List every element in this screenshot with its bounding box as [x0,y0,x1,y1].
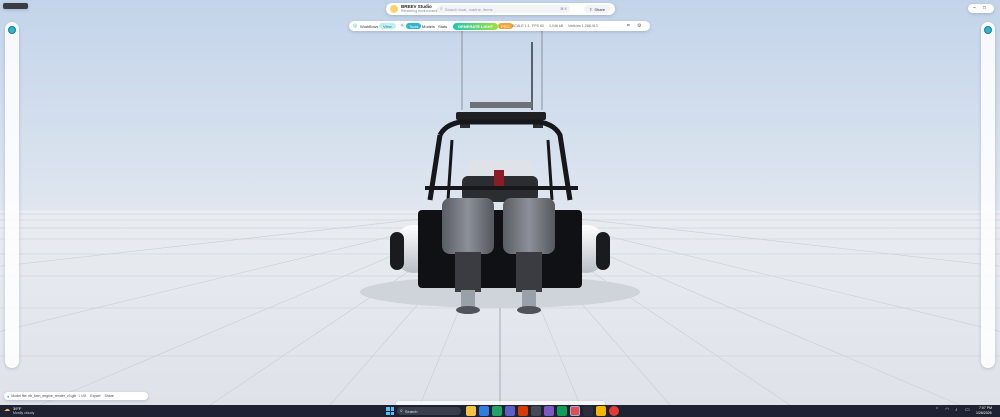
window-controls: – □ [968,4,994,13]
toolbar-item-workflows[interactable]: Workflows [360,24,378,29]
share-button[interactable]: ⇪ Share [584,5,610,13]
browser-icon[interactable] [479,406,489,416]
top-search-bar: BREEV Studio Rendering environment ⌕ Sea… [386,3,615,15]
clock-date[interactable]: 1/26/2026 [976,411,992,415]
readout-vertices: Vertices 1,268,413 [568,24,598,28]
file-size: 1 MB [78,394,87,398]
taskbar-search-icon: ⌕ [400,408,403,414]
terminal-icon[interactable] [531,406,541,416]
readout-scale: SCALE 1:1 [512,24,530,28]
file-label: Model file: rib_twin_engine_render_v3.gl… [11,394,77,398]
weather-text: Mostly cloudy [13,411,35,415]
teams-icon[interactable] [505,406,515,416]
chevron-up-icon[interactable]: ⌃ [935,407,939,413]
3d-viewport[interactable] [0,0,1000,417]
search-icon: ⌕ [440,6,443,12]
app-red-icon[interactable] [609,406,619,416]
toolbar-item-view[interactable]: View [379,23,396,29]
toolbar-item-tools[interactable]: Tools [406,23,422,29]
start-button[interactable] [386,407,394,415]
readout-fps: FPS 60 [532,24,544,28]
pro-badge[interactable]: PRO [498,23,513,29]
settings-icon[interactable]: ⚙ [637,23,641,29]
weather-icon: ☁ [4,407,10,413]
main-toolbar: ◎ Workflows View ☀ Tools Models Stats GE… [349,21,650,31]
volume-icon[interactable]: ♪ [955,407,958,413]
office-icon[interactable] [518,406,528,416]
left-panel-icon[interactable] [8,26,16,34]
toolbar-item-models[interactable]: Models [422,24,435,29]
app-green-icon[interactable] [492,406,502,416]
toolbar-item-stats[interactable]: Stats [438,24,447,29]
minimize-icon[interactable]: – [973,5,976,11]
search-placeholder: Search boat, marine, items [444,6,493,12]
window-tab[interactable] [3,3,28,9]
app-yellow-icon[interactable] [596,406,606,416]
sun-icon[interactable]: ☀ [400,23,404,29]
app-chart-icon[interactable] [557,406,567,416]
app-logo-icon [390,5,398,13]
app-dark-icon[interactable] [583,406,593,416]
status-share-button[interactable]: Share [105,394,114,398]
active-app-icon[interactable] [570,406,580,416]
readout-size: 1,046 kB [549,24,564,28]
clock-time[interactable]: 7:07 PM [979,406,992,410]
taskbar: ☁ 39°F Mostly cloudy ⌕ Search ⌃ ◠ ♪ ▭ 7:… [0,405,1000,417]
search-input[interactable]: ⌕ Search boat, marine, items ⌘ K [437,5,570,13]
search-shortcut: ⌘ K [560,7,567,11]
export-button[interactable]: Export [90,394,100,398]
maximize-icon[interactable]: □ [983,5,986,11]
file-status-bar: ● Model file: rib_twin_engine_render_v3.… [4,392,148,400]
share-icon: ⇪ [588,6,593,12]
right-panel-icon[interactable] [984,26,992,34]
app-subtitle: Rendering environment [401,9,438,13]
workflows-icon: ◎ [353,23,358,29]
battery-icon[interactable]: ▭ [965,407,970,413]
app-purple-icon[interactable] [544,406,554,416]
taskbar-search-label: Search [404,408,418,414]
file-icon: ● [7,393,10,399]
generate-light-button[interactable]: GENERATE LIGHT [453,22,499,30]
wifi-icon[interactable]: ◠ [945,407,949,413]
app-title-block: BREEV Studio Rendering environment [401,4,437,14]
left-side-panel[interactable] [5,22,19,368]
camera-icon[interactable]: ⌗ [627,23,630,29]
file-explorer-icon[interactable] [466,406,476,416]
taskbar-search[interactable]: ⌕ Search [397,407,461,415]
share-label: Share [594,6,606,12]
right-side-panel[interactable] [981,22,995,368]
